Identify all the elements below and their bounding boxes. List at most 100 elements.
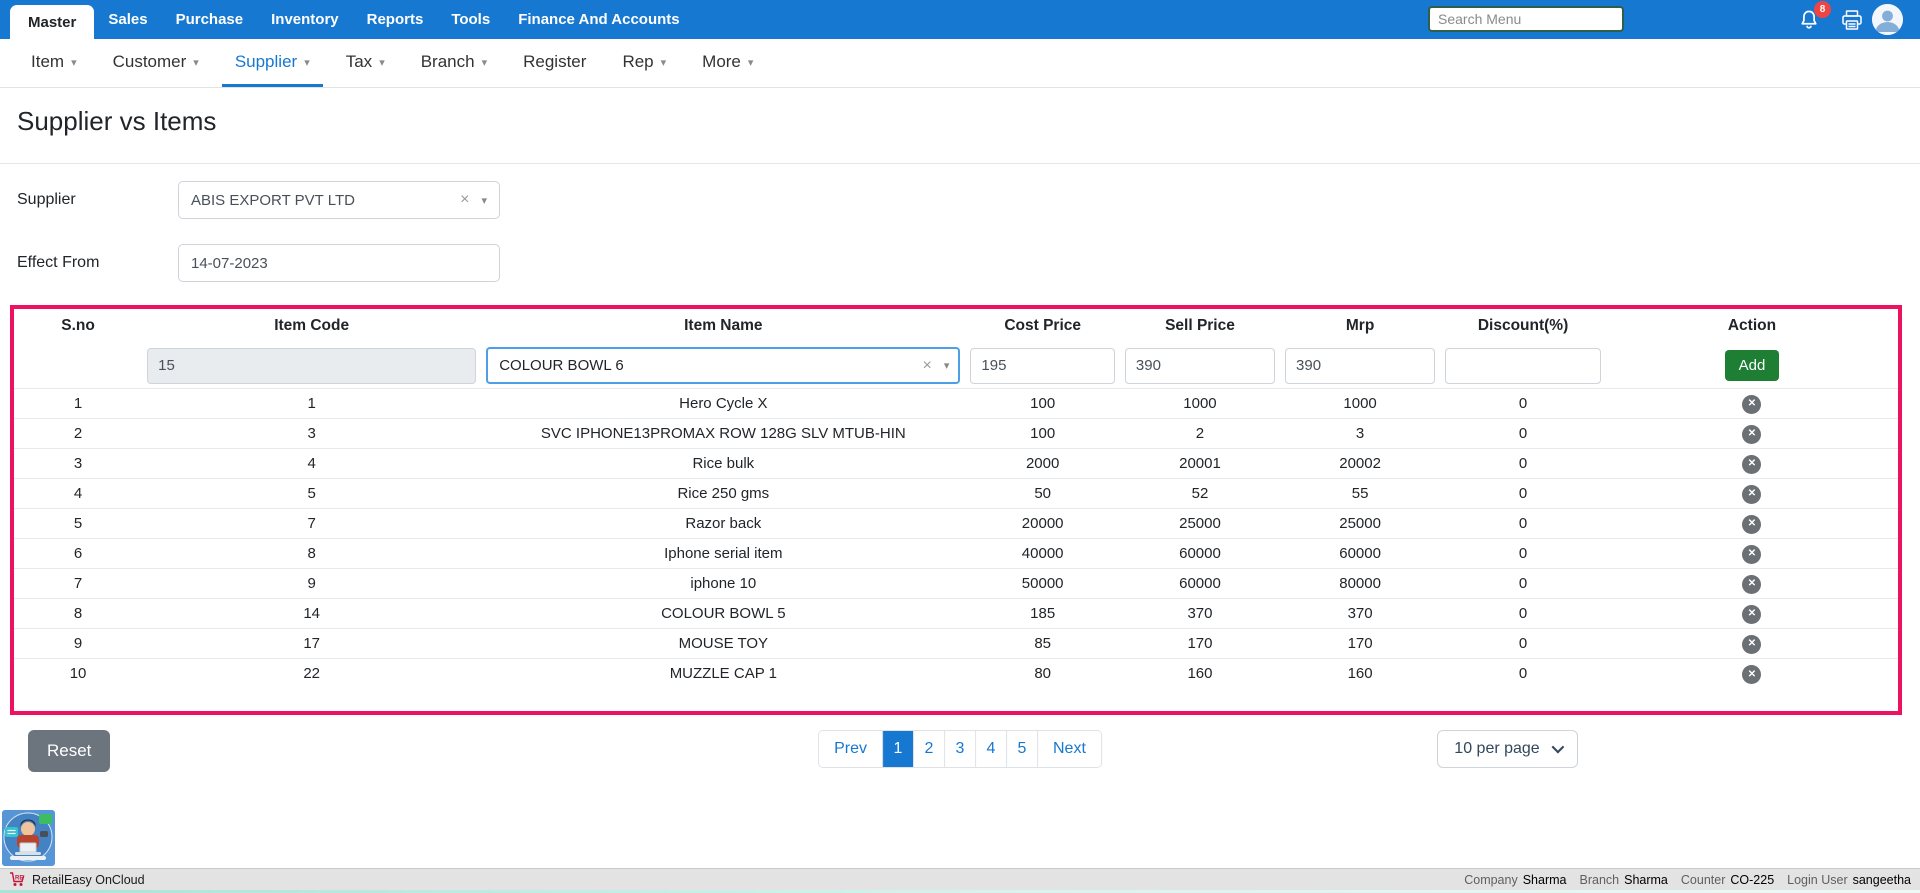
pagination-page-1[interactable]: 1 (882, 731, 913, 767)
cell-mrp: 3 (1280, 419, 1440, 449)
delete-row-icon[interactable]: ✕ (1742, 515, 1761, 534)
pagination-page-3[interactable]: 3 (944, 731, 975, 767)
cell-discount: 0 (1440, 509, 1606, 539)
delete-row-icon[interactable]: ✕ (1742, 455, 1761, 474)
item-name-select[interactable]: COLOUR BOWL 6 × ▾ (486, 347, 960, 384)
pagination: Prev12345Next (818, 730, 1102, 768)
table-row: 45Rice 250 gms5052550✕ (14, 479, 1898, 509)
cell-mrp: 60000 (1280, 539, 1440, 569)
cell-mrp: 1000 (1280, 389, 1440, 419)
pagination-page-5[interactable]: 5 (1006, 731, 1037, 767)
supplier-label: Supplier (17, 191, 178, 209)
subnav-item[interactable]: Item▾ (18, 39, 90, 87)
cell-item-code: 9 (142, 569, 481, 599)
subnav-register[interactable]: Register (510, 39, 599, 87)
printer-icon[interactable] (1840, 9, 1864, 31)
discount-input[interactable] (1445, 348, 1601, 384)
pagination-prev[interactable]: Prev (819, 731, 882, 767)
cell-item-name: Razor back (481, 509, 965, 539)
delete-row-icon[interactable]: ✕ (1742, 545, 1761, 564)
clear-icon[interactable]: × (923, 357, 932, 375)
supplier-select-value: ABIS EXPORT PVT LTD (191, 192, 460, 209)
add-button[interactable]: Add (1725, 350, 1780, 381)
reset-button[interactable]: Reset (28, 730, 110, 772)
nav-tools[interactable]: Tools (437, 0, 504, 39)
cell-mrp: 55 (1280, 479, 1440, 509)
cell-discount: 0 (1440, 389, 1606, 419)
column-header-sell-price: Sell Price (1120, 309, 1280, 343)
column-header-item-name: Item Name (481, 309, 965, 343)
cell-sno: 3 (14, 449, 142, 479)
table-row: 68Iphone serial item4000060000600000✕ (14, 539, 1898, 569)
notification-bell-icon[interactable]: 8 (1796, 7, 1822, 33)
cell-item-code: 22 (142, 659, 481, 689)
sell-price-input[interactable] (1125, 348, 1275, 384)
cell-mrp: 25000 (1280, 509, 1440, 539)
delete-row-icon[interactable]: ✕ (1742, 425, 1761, 444)
table-row: 57Razor back2000025000250000✕ (14, 509, 1898, 539)
subnav-tax[interactable]: Tax▾ (333, 39, 398, 87)
chevron-down-icon[interactable]: ▾ (944, 359, 950, 372)
cell-item-name: Iphone serial item (481, 539, 965, 569)
mrp-input[interactable] (1285, 348, 1435, 384)
supplier-select[interactable]: ABIS EXPORT PVT LTD × ▾ (178, 181, 500, 219)
per-page-select[interactable]: 10 per page (1437, 730, 1578, 768)
cell-mrp: 20002 (1280, 449, 1440, 479)
nav-sales[interactable]: Sales (94, 0, 161, 39)
chevron-down-icon[interactable]: ▾ (481, 194, 487, 207)
cell-sno: 4 (14, 479, 142, 509)
nav-master[interactable]: Master (10, 5, 94, 39)
sno-empty-cell (14, 343, 142, 389)
cell-discount: 0 (1440, 539, 1606, 569)
table-row: 814COLOUR BOWL 51853703700✕ (14, 599, 1898, 629)
subnav-supplier[interactable]: Supplier▾ (222, 39, 323, 87)
chevron-down-icon: ▾ (71, 54, 77, 69)
cell-item-code: 17 (142, 629, 481, 659)
pagination-page-4[interactable]: 4 (975, 731, 1006, 767)
nav-inventory[interactable]: Inventory (257, 0, 353, 39)
retaileasy-logo-icon: RE (9, 872, 25, 887)
cell-sno: 8 (14, 599, 142, 629)
table-row: 23SVC IPHONE13PROMAX ROW 128G SLV MTUB-H… (14, 419, 1898, 449)
footer-value: Sharma (1624, 873, 1668, 887)
cell-sno: 1 (14, 389, 142, 419)
column-header-item-code: Item Code (142, 309, 481, 343)
cell-item-code: 3 (142, 419, 481, 449)
effect-from-input[interactable] (178, 244, 500, 282)
chevron-down-icon: ▾ (661, 54, 667, 69)
clear-icon[interactable]: × (460, 191, 469, 209)
search-input[interactable] (1428, 6, 1624, 32)
chevron-down-icon: ▾ (482, 54, 488, 69)
support-chat-widget[interactable] (2, 810, 55, 866)
delete-row-icon[interactable]: ✕ (1742, 575, 1761, 594)
pagination-next[interactable]: Next (1037, 731, 1101, 767)
subnav-rep[interactable]: Rep▾ (609, 39, 679, 87)
delete-row-icon[interactable]: ✕ (1742, 665, 1761, 684)
subnav-customer[interactable]: Customer▾ (100, 39, 212, 87)
status-footer: RE RetailEasy OnCloud CompanySharmaBranc… (0, 868, 1920, 893)
nav-finance-and-accounts[interactable]: Finance And Accounts (504, 0, 693, 39)
cell-sno: 5 (14, 509, 142, 539)
subnav-branch[interactable]: Branch▾ (408, 39, 500, 87)
footer-login-user: Login Usersangeetha (1787, 873, 1911, 887)
footer-value: Sharma (1523, 873, 1567, 887)
subnav-label: More (702, 52, 741, 72)
pagination-page-2[interactable]: 2 (913, 731, 944, 767)
chevron-down-icon: ▾ (304, 54, 310, 69)
cost-price-input[interactable] (970, 348, 1114, 384)
cell-sell-price: 52 (1120, 479, 1280, 509)
delete-row-icon[interactable]: ✕ (1742, 395, 1761, 414)
cell-cost-price: 40000 (965, 539, 1119, 569)
cell-sell-price: 2 (1120, 419, 1280, 449)
nav-reports[interactable]: Reports (353, 0, 438, 39)
user-avatar[interactable] (1872, 4, 1903, 35)
subnav-more[interactable]: More▾ (689, 39, 766, 87)
footer-value: sangeetha (1853, 873, 1911, 887)
nav-purchase[interactable]: Purchase (162, 0, 258, 39)
top-navbar: MasterSalesPurchaseInventoryReportsTools… (0, 0, 1920, 39)
delete-row-icon[interactable]: ✕ (1742, 605, 1761, 624)
column-header-cost-price: Cost Price (965, 309, 1119, 343)
delete-row-icon[interactable]: ✕ (1742, 635, 1761, 654)
delete-row-icon[interactable]: ✕ (1742, 485, 1761, 504)
cell-cost-price: 185 (965, 599, 1119, 629)
